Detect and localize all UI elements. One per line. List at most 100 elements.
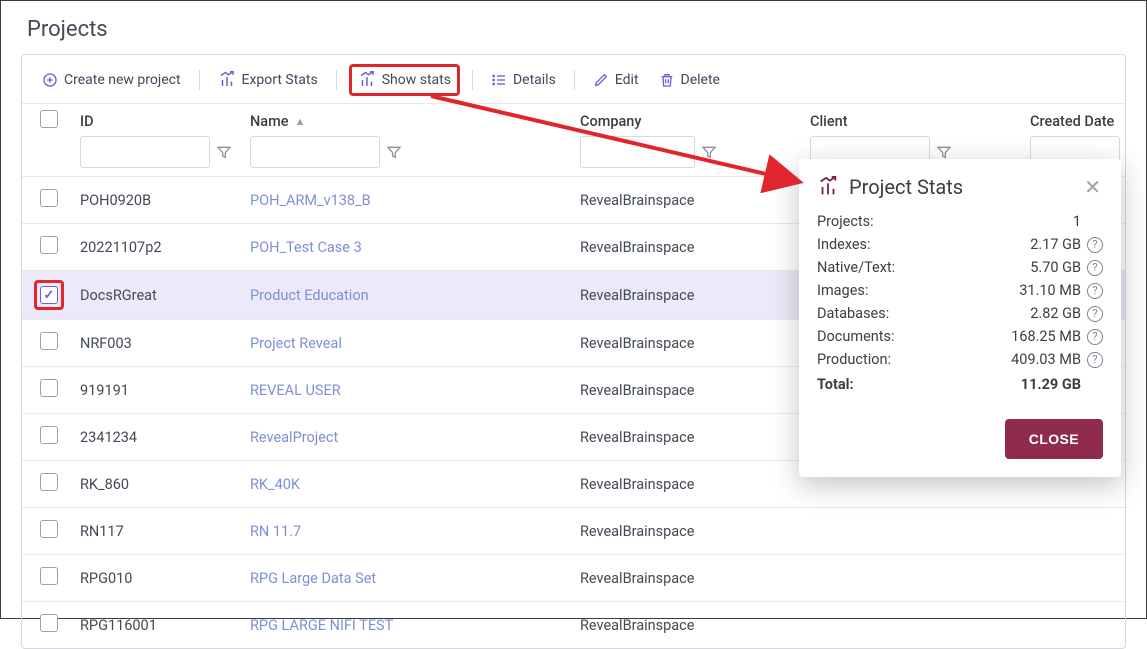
- edit-label: Edit: [615, 72, 639, 88]
- row-checkbox[interactable]: [40, 236, 58, 254]
- stats-value: 5.70 GB: [1001, 259, 1081, 276]
- row-id: RN117: [80, 523, 124, 540]
- close-icon[interactable]: ✕: [1082, 175, 1103, 199]
- col-id[interactable]: ID: [76, 104, 246, 135]
- row-checkbox[interactable]: [40, 379, 58, 397]
- row-name-link[interactable]: REVEAL USER: [250, 382, 341, 399]
- list-icon: [491, 72, 507, 88]
- stats-total-label: Total:: [817, 376, 1001, 393]
- toolbar: Create new project Export Stats Show sta…: [22, 67, 1125, 103]
- row-company: RevealBrainspace: [580, 382, 694, 399]
- delete-button[interactable]: Delete: [653, 68, 726, 92]
- stats-title: Project Stats: [849, 175, 1072, 199]
- filter-icon[interactable]: [701, 144, 717, 160]
- help-icon[interactable]: ?: [1087, 329, 1103, 345]
- stats-label: Images:: [817, 282, 1001, 299]
- pencil-icon: [593, 72, 609, 88]
- stats-row: Projects:1?: [817, 213, 1103, 230]
- help-icon[interactable]: ?: [1087, 260, 1103, 276]
- filter-icon[interactable]: [216, 144, 232, 160]
- filter-id-input[interactable]: [80, 136, 210, 168]
- details-button[interactable]: Details: [485, 68, 562, 92]
- row-id: 2341234: [80, 429, 137, 446]
- row-name-link[interactable]: POH_ARM_v138_B: [250, 192, 371, 209]
- row-name-link[interactable]: RK_40K: [250, 476, 300, 493]
- row-name-link[interactable]: RPG Large Data Set: [250, 570, 376, 587]
- show-stats-label: Show stats: [382, 72, 451, 88]
- trash-icon: [659, 72, 675, 88]
- create-project-label: Create new project: [64, 72, 181, 88]
- stats-value: 1: [1001, 213, 1081, 230]
- table-row[interactable]: RPG010RPG Large Data SetRevealBrainspace: [22, 555, 1125, 602]
- stats-label: Production:: [817, 351, 1001, 368]
- help-icon[interactable]: ?: [1087, 237, 1103, 253]
- stats-label: Indexes:: [817, 236, 1001, 253]
- table-row[interactable]: RN117 RN 11.7 RevealBrainspace: [22, 508, 1125, 555]
- filter-company-input[interactable]: [580, 136, 695, 168]
- row-checkbox[interactable]: [40, 286, 58, 304]
- row-id: RPG116001: [80, 617, 157, 634]
- filter-icon[interactable]: [936, 144, 952, 160]
- stats-value: 168.25 MB: [1001, 328, 1081, 345]
- stats-value: 2.82 GB: [1001, 305, 1081, 322]
- stats-label: Databases:: [817, 305, 1001, 322]
- col-client[interactable]: Client: [806, 104, 1026, 135]
- help-icon[interactable]: ?: [1087, 283, 1103, 299]
- plus-circle-icon: [42, 72, 58, 88]
- row-company: RevealBrainspace: [580, 429, 694, 446]
- stats-row: Production:409.03 MB?: [817, 351, 1103, 368]
- col-name-label: Name: [250, 113, 289, 130]
- col-company[interactable]: Company: [576, 104, 806, 135]
- row-name-link[interactable]: Product Education: [250, 287, 369, 304]
- stats-total-value: 11.29 GB: [1001, 376, 1081, 393]
- filter-name-input[interactable]: [250, 136, 380, 168]
- stats-row: Indexes:2.17 GB?: [817, 236, 1103, 253]
- stats-row: Databases:2.82 GB?: [817, 305, 1103, 322]
- help-icon[interactable]: ?: [1087, 352, 1103, 368]
- table-row[interactable]: RPG116001 RPG LARGE NIFI TEST RevealBrains…: [22, 602, 1125, 649]
- filter-icon[interactable]: [386, 144, 402, 160]
- export-stats-button[interactable]: Export Stats: [212, 67, 324, 93]
- row-company: RevealBrainspace: [580, 335, 694, 352]
- stats-label: Projects:: [817, 213, 1001, 230]
- row-id: DocsRGreat: [80, 287, 157, 304]
- col-name[interactable]: Name ▲: [246, 104, 576, 135]
- row-checkbox[interactable]: [40, 332, 58, 350]
- row-checkbox[interactable]: [40, 189, 58, 207]
- create-project-button[interactable]: Create new project: [36, 68, 187, 92]
- row-company: RevealBrainspace: [580, 239, 694, 256]
- details-label: Details: [513, 72, 556, 88]
- row-id: POH0920B: [80, 192, 151, 209]
- bar-chart-up-icon: [817, 176, 839, 198]
- close-button[interactable]: CLOSE: [1005, 419, 1103, 459]
- edit-button[interactable]: Edit: [587, 68, 645, 92]
- bar-chart-up-icon: [218, 71, 236, 89]
- row-id: RPG010: [80, 570, 132, 587]
- row-checkbox[interactable]: [40, 426, 58, 444]
- row-id: 919191: [80, 382, 129, 399]
- stats-value: 409.03 MB: [1001, 351, 1081, 368]
- select-all-checkbox[interactable]: [40, 110, 58, 128]
- row-checkbox[interactable]: [40, 520, 58, 538]
- help-icon[interactable]: ?: [1087, 306, 1103, 322]
- row-checkbox[interactable]: [40, 473, 58, 491]
- row-name-link[interactable]: POH_Test Case 3: [250, 239, 362, 256]
- row-company: RevealBrainspace: [580, 617, 694, 634]
- row-company: RevealBrainspace: [580, 523, 694, 540]
- show-stats-button[interactable]: Show stats: [349, 64, 460, 96]
- row-name-link[interactable]: RN 11.7: [250, 523, 301, 540]
- row-checkbox[interactable]: [40, 567, 58, 585]
- row-name-link[interactable]: Project Reveal: [250, 335, 342, 352]
- row-name-link[interactable]: RevealProject: [250, 429, 338, 446]
- bar-chart-up-icon: [358, 71, 376, 89]
- stats-row: Images:31.10 MB?: [817, 282, 1103, 299]
- col-created[interactable]: Created Date: [1026, 104, 1125, 135]
- row-name-link[interactable]: RPG LARGE NIFI TEST: [250, 617, 393, 634]
- stats-row: Native/Text:5.70 GB?: [817, 259, 1103, 276]
- stats-value: 2.17 GB: [1001, 236, 1081, 253]
- delete-label: Delete: [681, 72, 720, 88]
- stats-row: Documents:168.25 MB?: [817, 328, 1103, 345]
- stats-label: Documents:: [817, 328, 1001, 345]
- page-title: Projects: [27, 17, 1126, 42]
- row-checkbox[interactable]: [40, 614, 58, 632]
